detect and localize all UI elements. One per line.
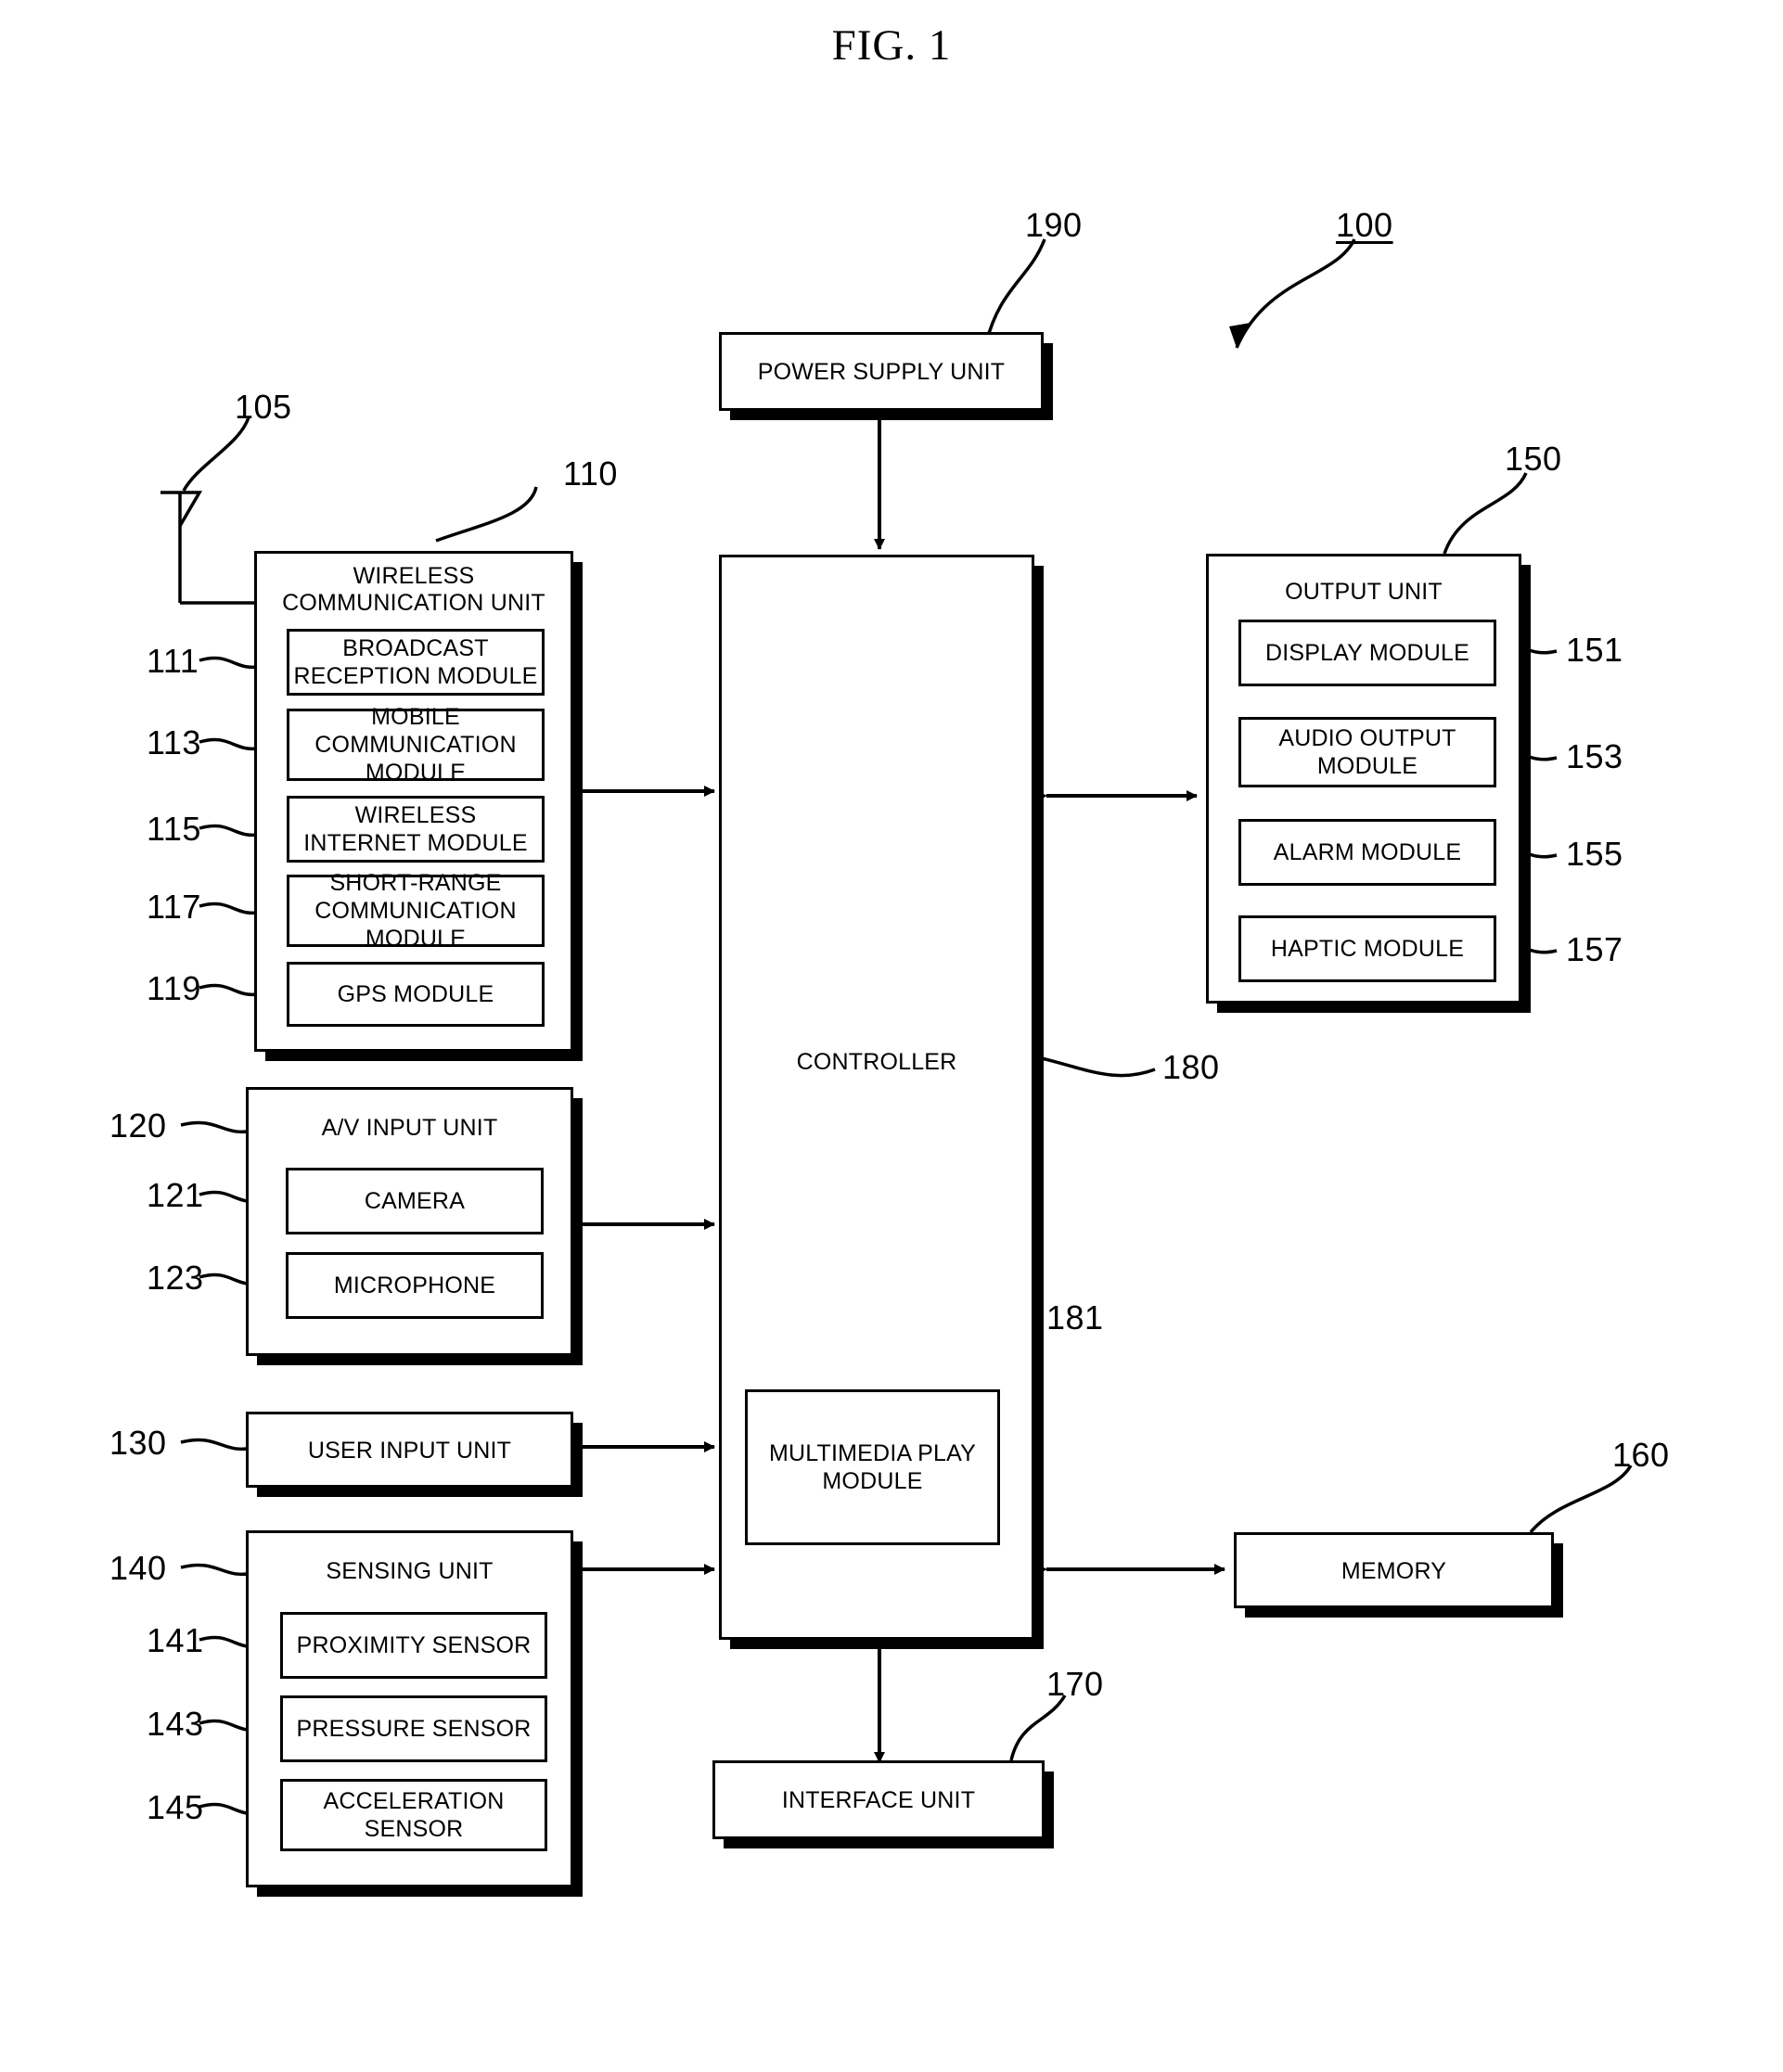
ref-140: 140 [109, 1549, 167, 1587]
antenna-icon [160, 491, 203, 527]
ref-110: 110 [563, 454, 618, 492]
ref-113: 113 [147, 723, 201, 761]
ref-100: 100 [1336, 206, 1393, 244]
module-pressure-sensor[interactable]: PRESSURE SENSOR [280, 1695, 547, 1762]
module-camera[interactable]: CAMERA [286, 1168, 544, 1234]
user-input-unit-label: USER INPUT UNIT [307, 1438, 512, 1464]
ref-150: 150 [1505, 440, 1562, 478]
ref-151: 151 [1566, 631, 1623, 669]
ref-153: 153 [1566, 737, 1623, 775]
module-gps[interactable]: GPS MODULE [287, 962, 545, 1027]
module-acceleration-sensor[interactable]: ACCELERATION SENSOR [280, 1779, 547, 1851]
ref-170: 170 [1046, 1665, 1104, 1703]
ref-157: 157 [1566, 930, 1623, 968]
module-haptic[interactable]: HAPTIC MODULE [1238, 915, 1496, 982]
module-display[interactable]: DISPLAY MODULE [1238, 620, 1496, 686]
ref-117: 117 [147, 888, 201, 926]
block-output-unit[interactable]: OUTPUT UNIT DISPLAY MODULE AUDIO OUTPUT … [1206, 554, 1521, 1004]
sensing-unit-label: SENSING UNIT [326, 1558, 494, 1584]
ref-180: 180 [1162, 1048, 1220, 1086]
ref-155: 155 [1566, 835, 1623, 873]
output-unit-label: OUTPUT UNIT [1285, 579, 1443, 605]
ref-115: 115 [147, 810, 201, 848]
ref-190: 190 [1025, 206, 1083, 244]
block-av-input-unit[interactable]: A/V INPUT UNIT CAMERA MICROPHONE [246, 1087, 573, 1356]
module-mobile-communication[interactable]: MOBILE COMMUNICATION MODULE [287, 704, 545, 786]
module-broadcast-reception[interactable]: BROADCAST RECEPTION MODULE [287, 629, 545, 696]
interface-unit-label: INTERFACE UNIT [781, 1787, 976, 1813]
ref-145: 145 [147, 1788, 204, 1826]
block-wireless-communication-unit[interactable]: WIRELESS COMMUNICATION UNIT BROADCAST RE… [254, 551, 573, 1052]
module-audio-output[interactable]: AUDIO OUTPUT MODULE [1238, 717, 1496, 787]
ref-123: 123 [147, 1259, 204, 1297]
av-input-unit-label: A/V INPUT UNIT [321, 1115, 498, 1141]
module-microphone[interactable]: MICROPHONE [286, 1252, 544, 1319]
ref-130: 130 [109, 1424, 167, 1462]
ref-105: 105 [235, 388, 292, 426]
ref-181: 181 [1046, 1298, 1104, 1337]
ref-120: 120 [109, 1106, 167, 1145]
module-proximity-sensor[interactable]: PROXIMITY SENSOR [280, 1612, 547, 1679]
block-controller[interactable]: CONTROLLER MULTIMEDIA PLAY MODULE [719, 555, 1034, 1640]
module-alarm[interactable]: ALARM MODULE [1238, 819, 1496, 886]
module-multimedia-play[interactable]: MULTIMEDIA PLAY MODULE [745, 1389, 1000, 1545]
wireless-communication-unit-label: WIRELESS COMMUNICATION UNIT [282, 563, 545, 616]
block-memory[interactable]: MEMORY [1234, 1532, 1554, 1608]
ref-121: 121 [147, 1176, 204, 1214]
module-wireless-internet[interactable]: WIRELESS INTERNET MODULE [287, 796, 545, 863]
block-power-supply-unit[interactable]: POWER SUPPLY UNIT [719, 332, 1044, 411]
ref-119: 119 [147, 969, 201, 1007]
ref-141: 141 [147, 1621, 204, 1659]
power-supply-unit-label: POWER SUPPLY UNIT [757, 359, 1006, 385]
block-interface-unit[interactable]: INTERFACE UNIT [712, 1760, 1045, 1839]
figure-title: FIG. 1 [831, 21, 952, 70]
ref-111: 111 [147, 642, 199, 680]
memory-label: MEMORY [1340, 1558, 1447, 1584]
controller-label: CONTROLLER [796, 1049, 957, 1075]
ref-143: 143 [147, 1705, 204, 1743]
block-sensing-unit[interactable]: SENSING UNIT PROXIMITY SENSOR PRESSURE S… [246, 1530, 573, 1887]
ref-160: 160 [1612, 1436, 1670, 1474]
module-short-range-communication[interactable]: SHORT-RANGE COMMUNICATION MODULE [287, 870, 545, 952]
block-user-input-unit[interactable]: USER INPUT UNIT [246, 1412, 573, 1488]
